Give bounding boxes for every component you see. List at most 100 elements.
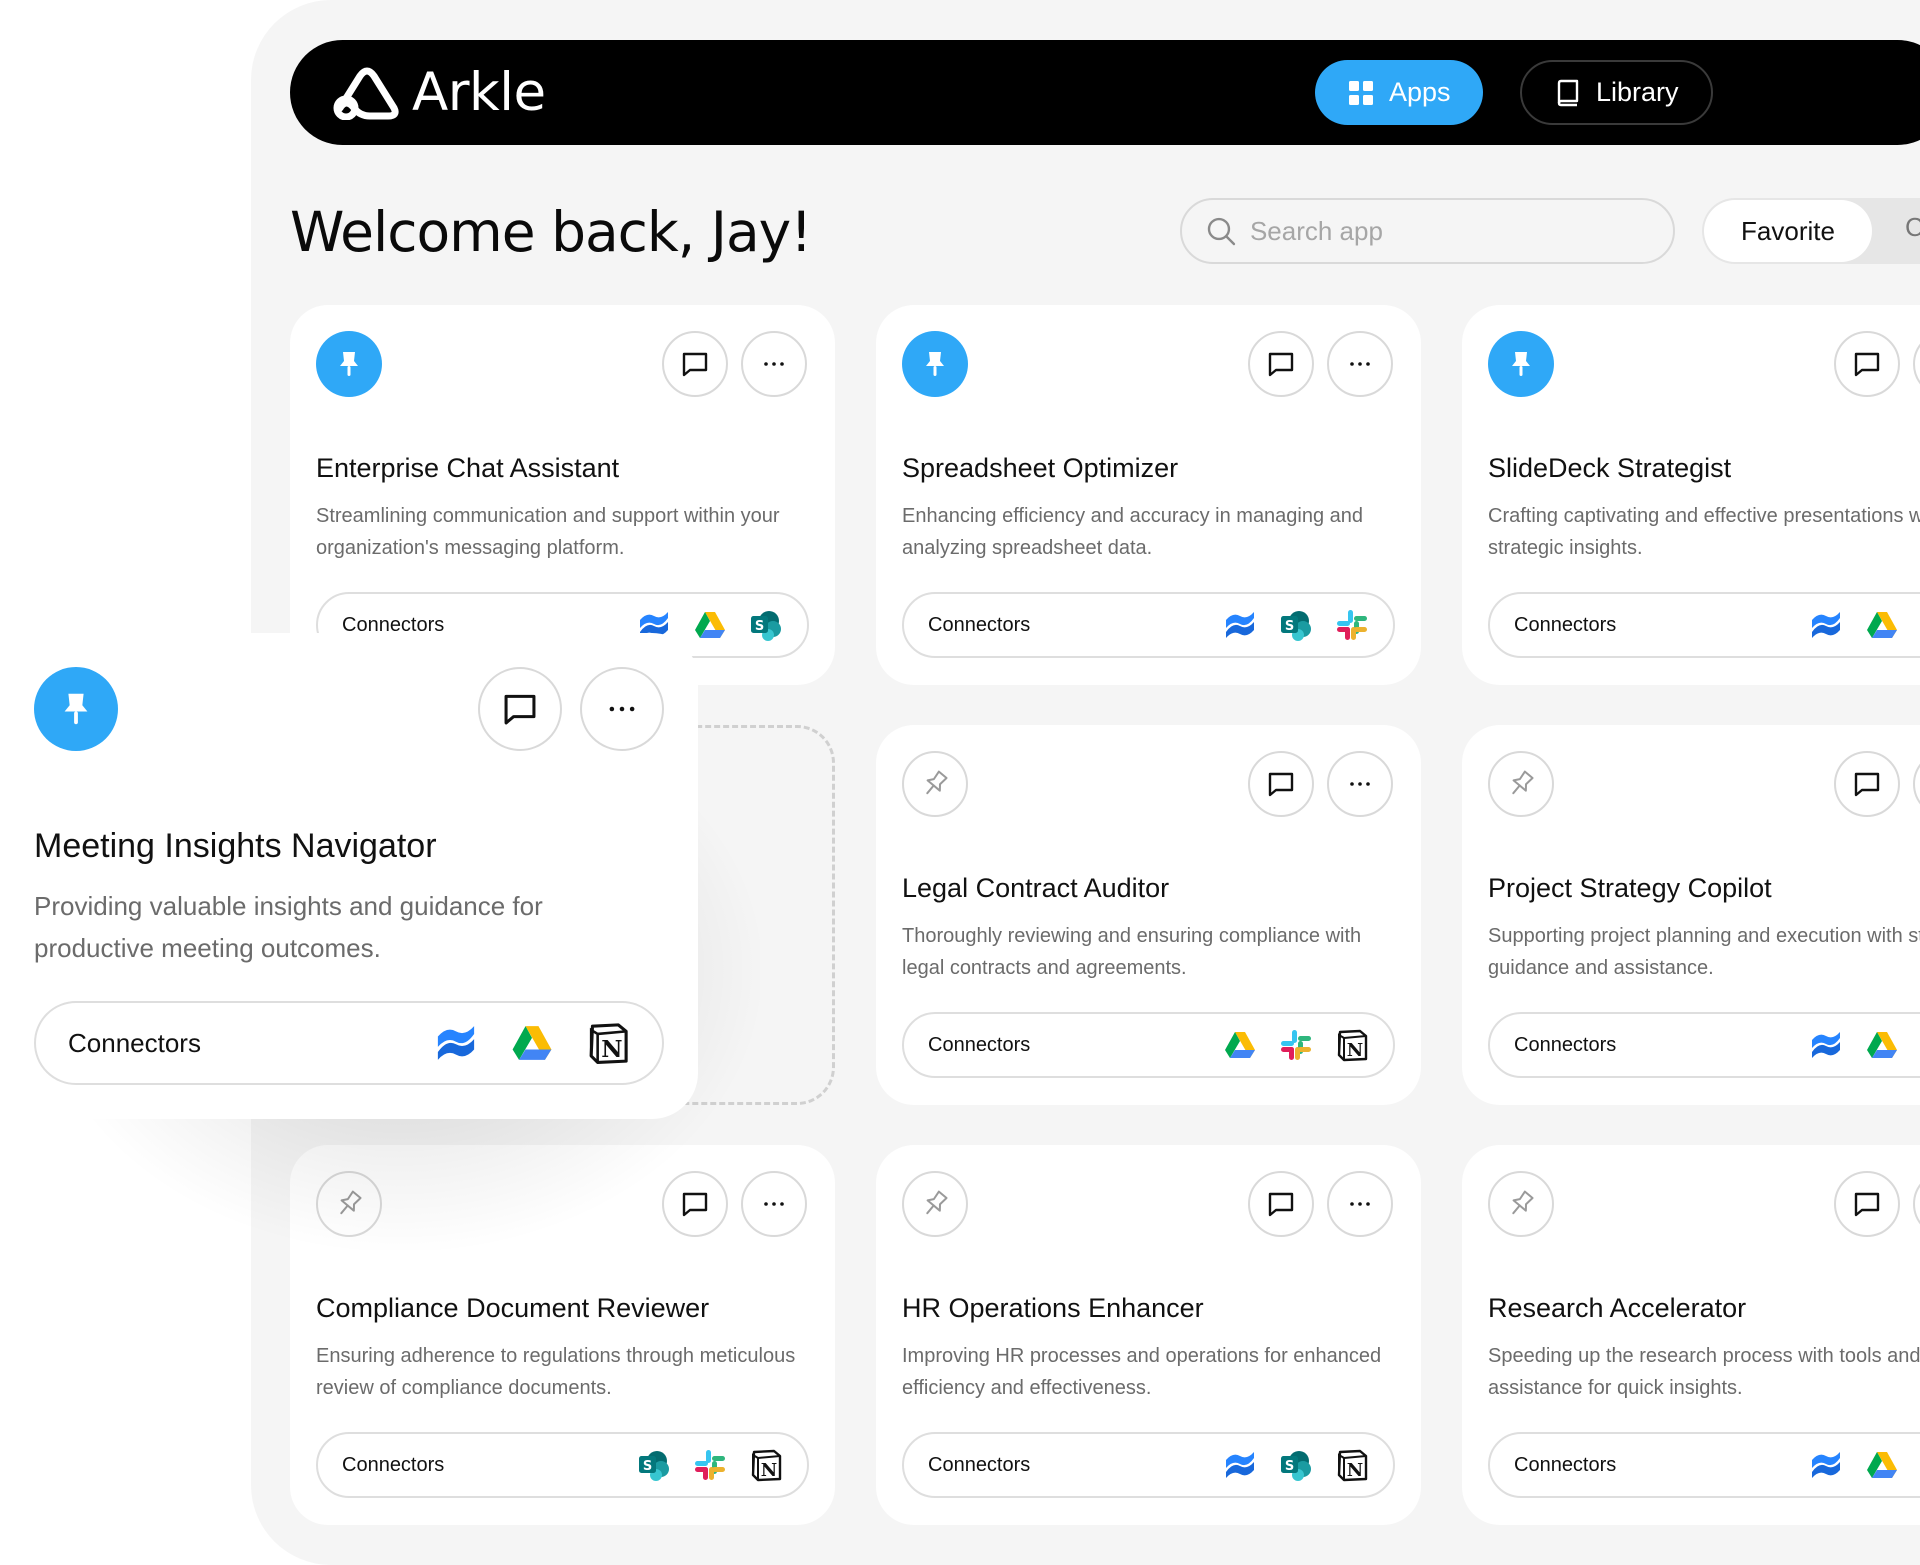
more-icon (764, 1202, 784, 1206)
pin-button[interactable] (902, 331, 968, 397)
app-card[interactable]: Project Strategy Copilot Supporting proje… (1462, 725, 1920, 1105)
pin-button[interactable] (902, 1171, 968, 1237)
pin-icon (1512, 352, 1530, 376)
brand-logo[interactable]: Arkle (330, 62, 546, 123)
pin-button[interactable] (1488, 751, 1554, 817)
connectors-label: Connectors (1514, 1453, 1617, 1476)
more-options-button[interactable] (1913, 751, 1920, 817)
apps-tab[interactable]: Apps (1315, 60, 1483, 125)
connectors-label: Connectors (928, 1453, 1031, 1476)
connectors-bar[interactable]: Connectors N (34, 1001, 664, 1085)
sharepoint-icon: S (637, 1448, 671, 1482)
confluence-icon (1809, 608, 1843, 642)
connectors-bar[interactable]: Connectors (1488, 1012, 1920, 1078)
card-title: HR Operations Enhancer (902, 1293, 1204, 1323)
connector-icons: SN (637, 1448, 783, 1482)
chat-button[interactable] (1834, 751, 1900, 817)
chat-button[interactable] (1834, 1171, 1900, 1237)
pin-button[interactable] (316, 331, 382, 397)
svg-text:S: S (1285, 1459, 1294, 1474)
svg-text:S: S (1285, 619, 1294, 634)
pin-button[interactable] (902, 751, 968, 817)
notion-icon: N (1335, 1448, 1369, 1482)
connectors-bar[interactable]: Connectors S (1488, 592, 1920, 658)
arkle-logo-icon (333, 67, 399, 120)
svg-text:N: N (601, 1036, 622, 1063)
pin-icon (64, 693, 88, 725)
sharepoint-icon: S (1279, 1448, 1313, 1482)
connectors-bar[interactable]: Connectors S (902, 592, 1395, 658)
card-description: Providing valuable insights and guidance… (34, 891, 543, 963)
pin-outline-icon (926, 770, 948, 795)
chat-button[interactable] (662, 331, 728, 397)
svg-text:N: N (1347, 1460, 1363, 1481)
pin-button[interactable] (1488, 331, 1554, 397)
google-drive-icon (510, 1021, 554, 1065)
more-options-button[interactable] (1913, 331, 1920, 397)
more-options-button[interactable] (1327, 751, 1393, 817)
card-title: Research Accelerator (1488, 1293, 1747, 1323)
google-drive-icon (1865, 1448, 1899, 1482)
top-navigation-bar: Arkle Apps Library (290, 40, 1920, 145)
more-options-button[interactable] (741, 331, 807, 397)
dragged-app-card[interactable]: Meeting Insights Navigator Providing valu… (0, 633, 698, 1119)
card-description: Crafting captivating and effective prese… (1488, 505, 1920, 559)
chat-button[interactable] (1248, 751, 1314, 817)
pin-button[interactable] (34, 667, 118, 751)
more-icon (764, 362, 784, 366)
app-card[interactable]: SlideDeck Strategist Crafting captivating… (1462, 305, 1920, 685)
more-options-button[interactable] (1913, 1171, 1920, 1237)
app-card[interactable]: Legal Contract Auditor Thoroughly reviewi… (876, 725, 1421, 1105)
filter-next[interactable]: C (1905, 212, 1920, 243)
google-drive-icon (1865, 608, 1899, 642)
card-title: SlideDeck Strategist (1488, 453, 1732, 483)
more-options-button[interactable] (1327, 331, 1393, 397)
more-icon (1350, 1202, 1370, 1206)
search-bar[interactable] (1180, 198, 1675, 264)
card-description: Ensuring adherence to regulations throug… (316, 1345, 796, 1399)
filter-favorite[interactable]: Favorite (1704, 200, 1872, 262)
connectors-bar[interactable]: Connectors S (1488, 1432, 1920, 1498)
card-description: Speeding up the research process with to… (1488, 1345, 1920, 1399)
connectors-label: Connectors (342, 1453, 445, 1476)
chat-button[interactable] (1248, 331, 1314, 397)
app-card[interactable]: Enterprise Chat Assistant Streamlining co… (290, 305, 835, 685)
svg-text:N: N (1347, 1040, 1363, 1061)
connectors-bar[interactable]: Connectors S N (902, 1432, 1395, 1498)
chat-icon (504, 694, 536, 725)
card-title: Legal Contract Auditor (902, 873, 1170, 903)
notion-icon: N (749, 1448, 783, 1482)
sharepoint-icon: S (749, 608, 783, 642)
chat-icon (1854, 352, 1880, 377)
apps-tab-label: Apps (1389, 77, 1451, 107)
connector-icons: N (1223, 1028, 1369, 1062)
confluence-icon (1809, 1448, 1843, 1482)
pin-button[interactable] (1488, 1171, 1554, 1237)
confluence-icon (1223, 608, 1257, 642)
chat-button[interactable] (1834, 331, 1900, 397)
more-options-button[interactable] (580, 667, 664, 751)
google-drive-icon (693, 608, 727, 642)
app-card[interactable]: Research Accelerator Speeding up the rese… (1462, 1145, 1920, 1525)
chat-icon (1854, 1192, 1880, 1217)
library-tab[interactable]: Library (1520, 60, 1713, 125)
chat-icon (682, 352, 708, 377)
confluence-icon (1223, 1448, 1257, 1482)
search-icon (1207, 217, 1236, 246)
app-card[interactable]: Spreadsheet Optimizer Enhancing efficienc… (876, 305, 1421, 685)
connectors-bar[interactable]: Connectors N (902, 1012, 1395, 1078)
more-options-button[interactable] (1327, 1171, 1393, 1237)
chat-button[interactable] (1248, 1171, 1314, 1237)
slack-icon (693, 1448, 727, 1482)
chat-icon (1268, 1192, 1294, 1217)
search-input[interactable] (1249, 215, 1649, 247)
connectors-bar[interactable]: Connectors S N (316, 1432, 809, 1498)
chat-button[interactable] (478, 667, 562, 751)
page-title: Welcome back, Jay! (290, 200, 812, 264)
chat-icon (1268, 352, 1294, 377)
notion-icon: N (586, 1021, 630, 1065)
connectors-label: Connectors (1514, 613, 1617, 636)
library-tab-label: Library (1596, 77, 1679, 107)
google-drive-icon (1223, 1028, 1257, 1062)
app-card[interactable]: HR Operations Enhancer Improving HR proce… (876, 1145, 1421, 1525)
